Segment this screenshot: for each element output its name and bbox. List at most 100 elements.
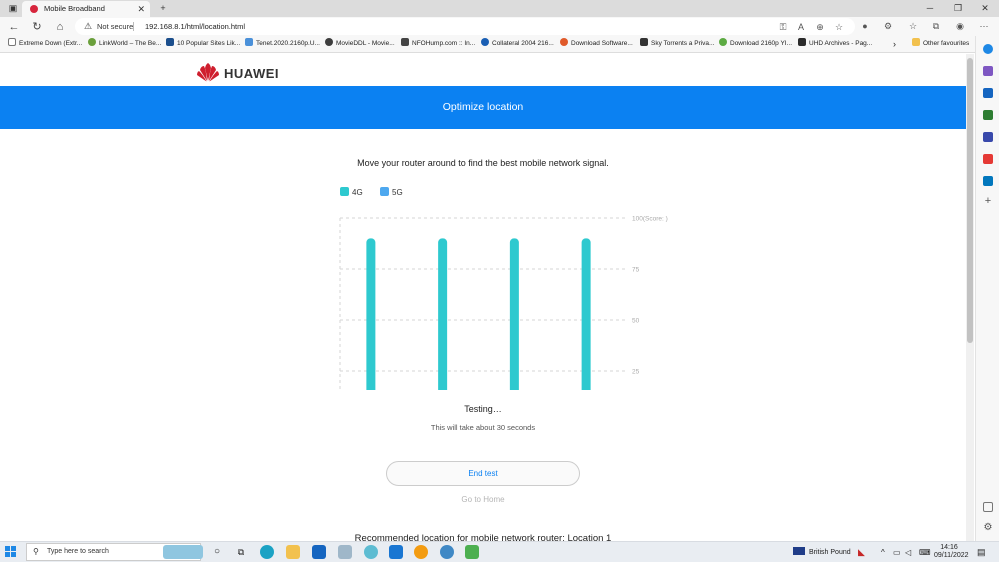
read-aloud-icon[interactable]: A xyxy=(793,19,809,36)
page-scrollbar[interactable] xyxy=(966,54,974,541)
outlook-icon[interactable] xyxy=(983,176,993,186)
taskbar-search-placeholder: Type here to search xyxy=(47,548,109,555)
bookmark-item[interactable]: Download 2160p YI... xyxy=(719,36,792,52)
zoom-icon[interactable]: ⊕ xyxy=(812,19,828,36)
bookmark-favicon-icon xyxy=(166,38,174,46)
extension-icon[interactable]: ● xyxy=(857,18,873,35)
extensions-puzzle-icon[interactable]: ⚙ xyxy=(880,18,896,35)
shopping-tag-icon[interactable] xyxy=(983,88,993,98)
page-title: Optimize location xyxy=(442,101,524,113)
bookmark-item[interactable]: UHD Archives - Pag... xyxy=(798,36,872,52)
close-tab-icon[interactable]: ✕ xyxy=(137,1,145,17)
scrollbar-thumb[interactable] xyxy=(967,58,973,343)
chart-bar-4g xyxy=(581,238,591,390)
recommended-location-text: Recommended location for mobile network … xyxy=(354,533,612,541)
bookmark-item[interactable]: NFOHump.com :: In... xyxy=(401,36,475,52)
sidebar-layout-icon[interactable] xyxy=(983,502,993,512)
bookmark-item[interactable]: Download Software... xyxy=(560,36,633,52)
warning-icon: ⚠ xyxy=(84,21,93,31)
profile-avatar[interactable]: ◉ xyxy=(952,18,968,35)
bookmark-favicon-icon xyxy=(401,38,409,46)
show-hidden-icons-icon[interactable]: ^ xyxy=(881,542,885,563)
notifications-icon[interactable]: ▤ xyxy=(977,542,986,563)
chart-bar-4g xyxy=(366,238,376,390)
office-icon[interactable] xyxy=(983,154,993,164)
test-status: Testing… xyxy=(464,404,502,414)
instruction-text: Move your router around to find the best… xyxy=(357,158,609,168)
home-icon[interactable]: ⌂ xyxy=(51,18,69,36)
language-indicator[interactable]: British Pound xyxy=(793,542,851,563)
app-green-icon[interactable] xyxy=(465,545,479,559)
go-to-home-link[interactable]: Go to Home xyxy=(0,495,966,504)
app-globe-icon[interactable] xyxy=(364,545,378,559)
cortana-icon[interactable]: ○ xyxy=(210,545,224,559)
minimize-icon[interactable]: ─ xyxy=(917,0,943,17)
more-menu-icon[interactable]: ⋯ xyxy=(976,18,992,35)
search-sidebar-icon[interactable] xyxy=(983,44,993,54)
bookmark-favicon-icon xyxy=(560,38,568,46)
security-label: Not secure xyxy=(97,22,134,31)
address-separator xyxy=(133,22,134,31)
browser-sidebar: + ⚙ xyxy=(975,36,999,541)
close-window-icon[interactable]: ✕ xyxy=(972,0,998,17)
search-icon: ⚲ xyxy=(33,547,39,556)
search-highlight-image[interactable] xyxy=(163,545,203,559)
legend-swatch-4g xyxy=(340,187,349,196)
edge-browser-icon[interactable] xyxy=(260,545,274,559)
key-icon[interactable]: ⚿ xyxy=(775,19,791,36)
app-window-icon[interactable] xyxy=(338,545,352,559)
bookmark-item[interactable]: Collateral 2004 216... xyxy=(481,36,554,52)
bookmark-item[interactable]: LinkWorld – The Be... xyxy=(88,36,161,52)
clock[interactable]: 14:16 09/11/2022 xyxy=(934,542,969,563)
favorites-icon[interactable]: ☆ xyxy=(905,18,921,35)
games-sidebar-icon[interactable] xyxy=(983,132,993,142)
clock-time: 14:16 xyxy=(940,544,958,551)
bookmark-item[interactable]: Tenet.2020.2160p.U... xyxy=(245,36,320,52)
y-tick-label: 100(Score: ) xyxy=(632,216,668,223)
language-label: British Pound xyxy=(809,549,851,556)
bookmark-favicon-icon xyxy=(481,38,489,46)
other-favourites-folder[interactable]: Other favourites xyxy=(912,36,969,52)
favorite-star-icon[interactable]: ☆ xyxy=(831,19,847,36)
bookmarks-bar: Extreme Down (Extr... LinkWorld – The Be… xyxy=(0,36,999,53)
address-bar[interactable]: ⚠ Not secure 192.168.8.1/html/location.h… xyxy=(75,18,855,35)
file-explorer-icon[interactable] xyxy=(286,545,300,559)
page-banner: Optimize location xyxy=(0,86,966,129)
bookmark-favicon-icon xyxy=(245,38,253,46)
bookmark-item[interactable]: MovieDDL - Movie... xyxy=(325,36,395,52)
app-blue-icon[interactable] xyxy=(440,545,454,559)
mail-icon[interactable] xyxy=(389,545,403,559)
bookmark-item[interactable]: 10 Popular Sites Lik... xyxy=(166,36,240,52)
browser-tab[interactable]: Mobile Broadband ✕ xyxy=(22,1,150,17)
sidebar-settings-icon[interactable]: ⚙ xyxy=(983,523,993,533)
bookmark-favicon-icon xyxy=(798,38,806,46)
start-windows-icon[interactable] xyxy=(5,546,17,558)
folder-icon xyxy=(912,38,920,46)
app-orange-icon[interactable] xyxy=(414,545,428,559)
legend-item-5g: 5G xyxy=(380,187,403,197)
bookmark-favicon-icon xyxy=(719,38,727,46)
end-test-button[interactable]: End test xyxy=(386,461,580,486)
refresh-icon[interactable]: ↻ xyxy=(28,18,46,36)
tray-app-icon[interactable]: ◣ xyxy=(858,542,865,563)
add-sidebar-icon[interactable]: + xyxy=(983,196,993,207)
task-view-icon[interactable]: ⧉ xyxy=(234,545,248,559)
keyboard-icon[interactable]: ⌨ xyxy=(919,542,931,563)
back-icon[interactable]: ← xyxy=(5,18,23,36)
bookmark-favicon-icon xyxy=(325,38,333,46)
volume-icon[interactable]: ◁ xyxy=(905,542,911,563)
collections-icon[interactable]: ⧉ xyxy=(928,18,944,35)
bookmark-item[interactable]: Sky Torrents a Priva... xyxy=(640,36,714,52)
legend-swatch-5g xyxy=(380,187,389,196)
new-tab-button[interactable]: + xyxy=(150,0,176,17)
bookmarks-overflow-icon[interactable]: › xyxy=(893,36,896,52)
bookmark-item[interactable]: Extreme Down (Extr... xyxy=(8,36,82,52)
y-tick-label: 50 xyxy=(632,318,640,325)
tools-sidebar-icon[interactable] xyxy=(983,110,993,120)
store-icon[interactable] xyxy=(312,545,326,559)
network-icon[interactable]: ▭ xyxy=(893,542,901,563)
huawei-petals-icon xyxy=(197,63,219,82)
restore-icon[interactable]: ❐ xyxy=(945,0,971,17)
discover-sidebar-icon[interactable] xyxy=(983,66,993,76)
address-url: 192.168.8.1/html/location.html xyxy=(145,22,246,31)
